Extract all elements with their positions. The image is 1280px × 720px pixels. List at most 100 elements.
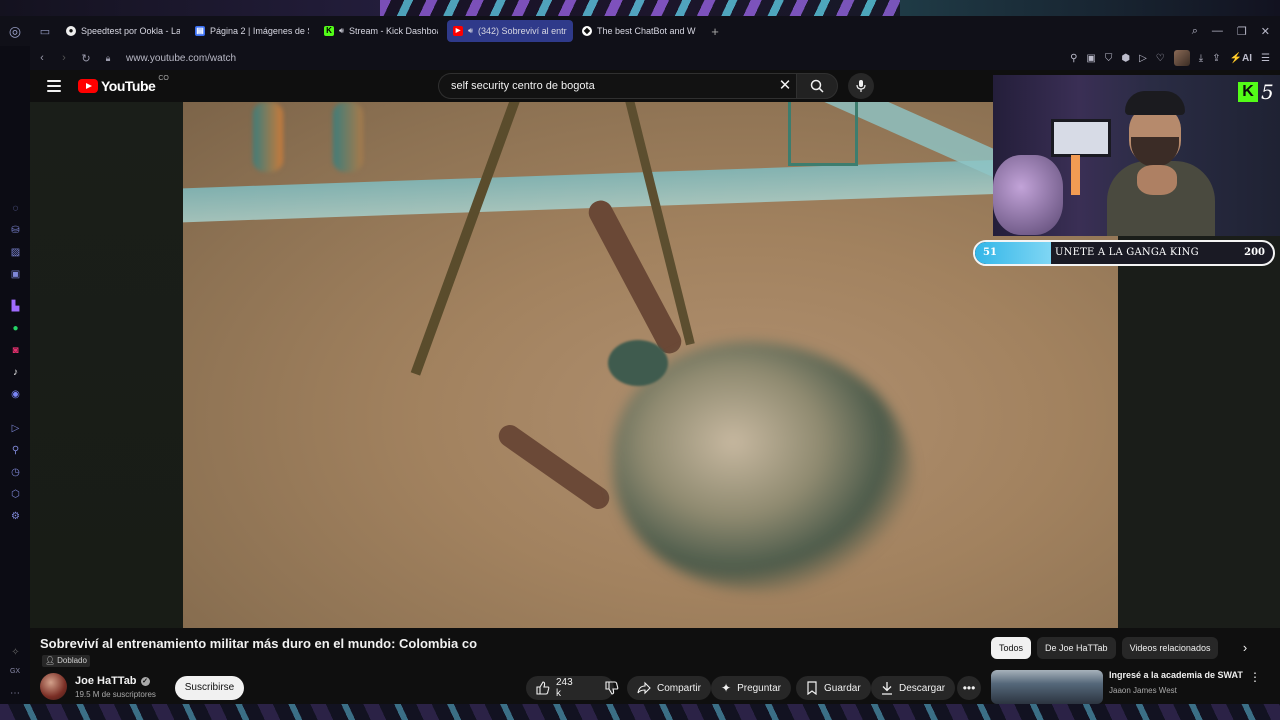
tab-images[interactable]: ▤ Página 2 | Imágenes de St: [189, 20, 315, 42]
related-video-item[interactable]: Ingresé a la academia de SWAT Jaaon Jame…: [991, 670, 1280, 704]
video-title: Sobreviví al entrenamiento militar más d…: [40, 636, 478, 651]
bookmark-icon: [807, 681, 817, 695]
url-field[interactable]: www.youtube.com/watch: [126, 53, 236, 64]
share-arrow-icon: [637, 681, 651, 695]
close-window-icon[interactable]: ✕: [1261, 25, 1270, 38]
dubbed-badge: 👤︎ Doblado: [42, 655, 90, 667]
share-button[interactable]: Compartir: [627, 676, 711, 700]
cube-icon[interactable]: ⬢: [1121, 53, 1130, 64]
sparkle-icon: ✦: [721, 681, 732, 695]
instagram-icon[interactable]: ◙: [9, 344, 22, 357]
whatsapp-icon[interactable]: ●: [9, 322, 22, 335]
like-button[interactable]: 243 k: [526, 676, 583, 700]
video-helmet: [608, 340, 668, 386]
channel-name[interactable]: Joe HaTTab ✓: [75, 675, 150, 687]
ask-button[interactable]: ✦ Preguntar: [711, 676, 791, 700]
messenger-icon[interactable]: ▣: [9, 268, 22, 281]
browser-menu-icon[interactable]: ◎: [0, 16, 30, 46]
discord-icon[interactable]: ◉: [9, 388, 22, 401]
more-actions-button[interactable]: •••: [957, 676, 981, 700]
reload-icon[interactable]: ↻: [80, 52, 92, 65]
history-icon[interactable]: ◷: [9, 466, 22, 479]
sparkle-icon[interactable]: ✧: [9, 646, 22, 659]
menu-lines-icon[interactable]: ☰: [1261, 53, 1270, 64]
channel-avatar[interactable]: [40, 673, 67, 700]
download-button[interactable]: Descargar: [871, 676, 956, 700]
more-vertical-icon[interactable]: ⋮: [1249, 670, 1261, 684]
related-filter-chips: Todos De Joe HaTTab Videos relacionados: [991, 637, 1219, 659]
tab-speedtest[interactable]: ● Speedtest por Ookla - La p: [60, 20, 186, 42]
voice-search-button[interactable]: [848, 73, 874, 99]
chevron-right-icon[interactable]: ›: [1236, 639, 1254, 657]
goal-current: 51: [983, 247, 997, 258]
share-icon[interactable]: ⇪: [1212, 53, 1220, 64]
ai-button[interactable]: ⚡AI: [1230, 53, 1252, 64]
thumbs-down-icon: [605, 681, 619, 695]
goal-title: UNETE A LA GANGA KING: [1055, 247, 1199, 258]
clear-search-icon[interactable]: ✕: [776, 77, 794, 95]
subscribe-button[interactable]: Suscribirse: [175, 676, 244, 700]
player-icon[interactable]: ▷: [9, 422, 22, 435]
search-tabs-icon[interactable]: ⌕: [1192, 25, 1198, 38]
chip-related[interactable]: Videos relacionados: [1121, 637, 1219, 659]
browser-window: ◎ ▭ ● Speedtest por Ookla - La p ▤ Págin…: [0, 16, 1280, 704]
forward-icon[interactable]: ›: [58, 52, 70, 64]
like-dislike-group: 243 k: [526, 676, 619, 700]
video-frame[interactable]: [183, 102, 1118, 628]
gx-label[interactable]: GX: [6, 668, 24, 675]
profile-avatar[interactable]: [1173, 50, 1190, 66]
webcam-chair: [993, 155, 1063, 235]
player-ambient-left: [30, 102, 183, 628]
restore-icon[interactable]: ❐: [1237, 25, 1247, 38]
bag-icon[interactable]: ⛁: [9, 224, 22, 237]
save-button[interactable]: Guardar: [796, 676, 871, 700]
tab-chatbot[interactable]: ◆ The best ChatBot and Widgets: [576, 20, 702, 42]
related-video-thumbnail[interactable]: [991, 670, 1103, 704]
pin-icon[interactable]: ⚲: [1070, 53, 1077, 64]
search-input[interactable]: [451, 80, 761, 92]
chip-from-channel[interactable]: De Joe HaTTab: [1037, 637, 1116, 659]
youtube-play-logo-icon: [78, 79, 98, 93]
related-video-title[interactable]: Ingresé a la academia de SWAT: [1109, 670, 1243, 680]
shield-icon[interactable]: ⛉: [1105, 53, 1113, 64]
snapshot-icon[interactable]: ▣: [1086, 53, 1095, 64]
bookmark-icon[interactable]: ⚲: [9, 444, 22, 457]
streamer-cap: [1125, 91, 1185, 115]
download-icon: [882, 682, 892, 695]
twitch-icon[interactable]: ▙: [9, 300, 22, 313]
download-icon[interactable]: ⤓: [1199, 53, 1203, 64]
youtube-logo[interactable]: YouTube CO: [78, 75, 169, 94]
heart-icon[interactable]: ♡: [1156, 53, 1165, 64]
video-arm: [494, 420, 614, 514]
bot-icon: ◆: [582, 26, 592, 36]
minimize-icon[interactable]: —: [1212, 25, 1223, 38]
tab-youtube[interactable]: ▶ 🔊︎ (342) Sobreviví al entrenamiento: [447, 20, 573, 42]
search-box: ✕: [438, 73, 796, 99]
sidebar-more-icon[interactable]: ⋯: [6, 688, 24, 699]
dislike-button[interactable]: [595, 676, 629, 700]
guide-menu-icon[interactable]: [47, 80, 61, 92]
kick-logo-icon: K: [1238, 82, 1258, 102]
streamer-person: [1103, 85, 1223, 236]
lock-icon: 🔒︎: [105, 52, 111, 63]
github-icon: ●: [66, 26, 76, 36]
search-button[interactable]: [796, 73, 838, 99]
stream-background-frame-bottom: [0, 704, 1280, 720]
new-tab-button[interactable]: +: [705, 24, 725, 39]
follower-goal-bar: 51 UNETE A LA GANGA KING 200: [973, 240, 1275, 266]
extensions-icon[interactable]: ⬡: [9, 488, 22, 501]
play-icon[interactable]: ▷: [1139, 53, 1147, 64]
back-icon[interactable]: ‹: [36, 52, 48, 64]
video-tower: [788, 102, 858, 166]
settings-icon[interactable]: ⚙: [9, 510, 22, 523]
address-bar: ‹ › ↻ 🔒︎ www.youtube.com/watch ⚲ ▣ ⛉ ⬢ ▷…: [30, 46, 1280, 70]
webcam-light: [1071, 155, 1080, 195]
tab-kick-dashboard[interactable]: K 🔊︎ Stream - Kick Dashboard: [318, 20, 444, 42]
thumbs-up-icon: [536, 681, 550, 695]
tab-list-icon[interactable]: ▭: [30, 16, 60, 46]
refresh-circle-icon[interactable]: ◌: [9, 202, 22, 215]
music-icon[interactable]: ▨: [9, 246, 22, 259]
chip-all[interactable]: Todos: [991, 637, 1032, 659]
speaker-icon: 🔊︎: [339, 26, 345, 35]
tiktok-icon[interactable]: ♪: [9, 366, 22, 379]
